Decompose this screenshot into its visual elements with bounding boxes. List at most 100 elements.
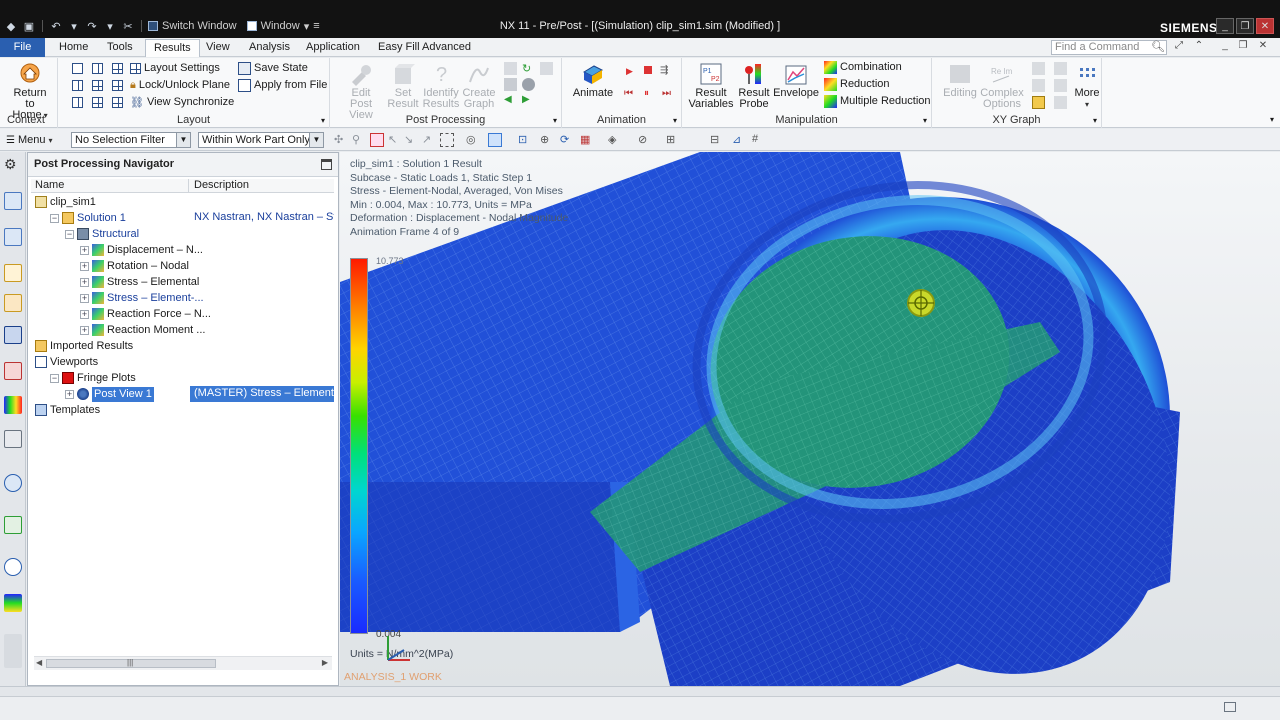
constraint-navigator-icon[interactable] <box>4 264 22 282</box>
chevron-down-icon[interactable]: ▾ <box>1093 116 1097 125</box>
layout-single-icon[interactable] <box>72 62 83 74</box>
return-to-home-button[interactable]: Return to Home ▾ <box>8 62 52 121</box>
post-processing-navigator-icon[interactable] <box>4 326 22 344</box>
close-icon[interactable]: ✕ <box>1256 40 1270 54</box>
selection-filter-select[interactable]: No Selection Filter ▼ <box>71 132 191 148</box>
chevron-down-icon[interactable]: ▾ <box>923 116 927 125</box>
fullscreen-icon[interactable] <box>1224 702 1236 712</box>
view-synchronize-button[interactable]: View Synchronize <box>147 96 234 108</box>
tab-view[interactable]: View <box>198 39 238 57</box>
expand-icon[interactable]: + <box>80 245 89 255</box>
zoom-icon[interactable]: ⊕ <box>540 133 554 147</box>
multiple-reduction-button[interactable]: Multiple Reduction <box>824 93 931 109</box>
select-box-icon[interactable] <box>370 133 384 147</box>
scrollbar[interactable] <box>4 634 22 668</box>
expand-icon[interactable]: + <box>80 309 89 319</box>
tab-results[interactable]: Results <box>145 39 200 57</box>
edge-style-icon[interactable]: ◈ <box>608 133 622 147</box>
filter-icon[interactable]: ⚲ <box>352 133 366 147</box>
complex-options-button[interactable]: Re Im Complex Options <box>980 62 1024 110</box>
scrollbar-thumb[interactable]: ||| <box>46 658 216 668</box>
layout-nine-icon[interactable] <box>112 96 123 108</box>
minimize-icon[interactable]: _ <box>1218 40 1232 54</box>
graphics-window[interactable]: clip_sim1 : Solution 1 Result Subcase - S… <box>340 152 1280 686</box>
search-icon[interactable]: 🔍︎ <box>1151 40 1165 53</box>
web-browser-icon[interactable] <box>4 474 22 492</box>
graph-tool-icon[interactable] <box>1032 62 1045 75</box>
clock-icon[interactable] <box>4 558 22 576</box>
restore-icon[interactable]: ❐ <box>1236 40 1250 54</box>
tree-row[interactable]: − Structural <box>31 226 334 242</box>
minimize-icon[interactable]: _ <box>1216 18 1234 34</box>
render-style-icon[interactable]: ▦ <box>580 133 594 147</box>
tree-row[interactable]: + Rotation – Nodal <box>31 258 334 274</box>
fit-icon[interactable]: ⊡ <box>518 133 532 147</box>
assembly-navigator-icon[interactable] <box>4 228 22 246</box>
editing-button[interactable]: Editing <box>940 62 980 99</box>
expand-icon[interactable]: + <box>80 277 89 287</box>
tree-row[interactable]: − Solution 1 NX Nastran, NX Nastran – Str <box>31 210 334 226</box>
graph-tool-icon[interactable] <box>1054 62 1067 75</box>
tree-row[interactable]: + Post View 1 (MASTER) Stress – Element-N <box>31 386 334 402</box>
layout-grid-icon[interactable] <box>92 96 103 108</box>
tree-row[interactable]: − Fringe Plots <box>31 370 334 386</box>
tab-analysis[interactable]: Analysis <box>241 39 298 57</box>
grid-icon[interactable]: # <box>752 133 766 147</box>
arrow-icon[interactable]: ↖ <box>388 133 402 147</box>
rectangle-select-icon[interactable] <box>440 133 454 147</box>
tab-easy-fill-advanced[interactable]: Easy Fill Advanced <box>370 39 479 57</box>
view-icon[interactable]: ◎ <box>466 133 480 147</box>
roles-icon[interactable] <box>4 594 22 612</box>
previous-frame-icon[interactable]: ⏮ <box>624 88 633 99</box>
previous-icon[interactable] <box>504 62 517 75</box>
layout-stack-icon[interactable] <box>72 96 83 108</box>
reduction-button[interactable]: Reduction <box>824 76 890 92</box>
chevron-down-icon[interactable]: ▾ <box>1270 115 1274 124</box>
arrow-right-icon[interactable]: ▶ <box>522 94 535 107</box>
arrow-icon[interactable]: ↗ <box>422 133 436 147</box>
expand-icon[interactable]: + <box>80 293 89 303</box>
collapse-ribbon-icon[interactable]: ⌃ <box>1192 40 1206 54</box>
create-graph-button[interactable]: Create Graph <box>460 62 498 110</box>
clip-icon[interactable]: ⊘ <box>638 133 652 147</box>
close-icon[interactable]: ✕ <box>1256 18 1274 34</box>
cube-icon[interactable] <box>504 78 517 91</box>
layout-two-icon[interactable] <box>92 62 103 74</box>
tab-tools[interactable]: Tools <box>99 39 141 57</box>
tree-row[interactable]: + Reaction Force – N... <box>31 306 334 322</box>
arrow-left-icon[interactable]: ◀ <box>504 94 517 107</box>
refresh-icon[interactable]: ↻ <box>522 62 535 75</box>
animate-button[interactable]: Animate <box>572 62 614 99</box>
layout-three-icon[interactable] <box>92 79 103 91</box>
section-icon[interactable]: ⊟ <box>710 133 724 147</box>
layout-settings-button[interactable]: Layout Settings <box>144 62 220 74</box>
tree-row[interactable]: Imported Results <box>31 338 334 354</box>
lock-unlock-plane-button[interactable]: Lock/Unlock Plane <box>139 79 230 91</box>
tab-file[interactable]: File <box>0 38 45 57</box>
results-icon[interactable] <box>4 396 22 414</box>
graph-color-icon[interactable] <box>1032 96 1045 109</box>
chevron-down-icon[interactable]: ▾ <box>673 116 677 125</box>
stop-icon[interactable] <box>644 66 652 74</box>
fit-window-icon[interactable]: ⤢ <box>1172 40 1186 54</box>
layout-four-icon[interactable] <box>112 62 123 74</box>
measure-icon[interactable]: ⊿ <box>732 133 746 147</box>
sim-file-view-icon[interactable] <box>4 362 22 380</box>
step-icon[interactable]: ⇶ <box>660 65 668 76</box>
expand-icon[interactable]: + <box>80 261 89 271</box>
shaded-view-icon[interactable] <box>488 133 502 147</box>
graph-tool-icon[interactable] <box>1054 96 1067 109</box>
tree-row[interactable]: Viewports <box>31 354 334 370</box>
expand-icon[interactable]: + <box>65 389 74 399</box>
chevron-down-icon[interactable]: ▾ <box>321 116 325 125</box>
tree-row[interactable]: Templates <box>31 402 334 418</box>
save-state-button[interactable]: Save State <box>254 62 308 74</box>
layout-six-icon[interactable] <box>112 79 123 91</box>
column-header-description[interactable]: Description <box>190 179 334 193</box>
identify-results-button[interactable]: ? Identify Results <box>422 62 460 110</box>
sphere-icon[interactable] <box>522 78 535 91</box>
expand-icon[interactable]: + <box>80 325 89 335</box>
probe-marker-icon[interactable] <box>904 286 938 320</box>
tree-row[interactable]: + Reaction Moment ... <box>31 322 334 338</box>
tab-application[interactable]: Application <box>298 39 368 57</box>
